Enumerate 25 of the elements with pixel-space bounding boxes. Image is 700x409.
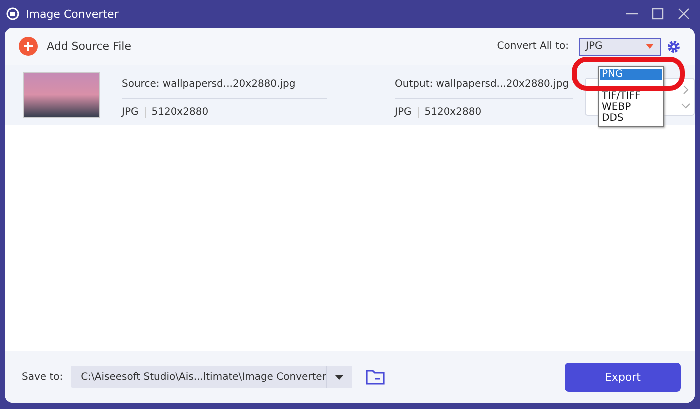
- caret-icon[interactable]: [326, 366, 352, 388]
- app-logo-icon: [6, 7, 20, 21]
- caret-icon: [646, 44, 654, 49]
- convert-all-label: Convert All to:: [497, 41, 569, 52]
- save-path-field[interactable]: C:\Aiseesoft Studio\Ais...ltimate\Image Converter: [71, 366, 352, 388]
- source-file-name: Source: wallpapersd...20x2880.jpg: [122, 72, 327, 98]
- save-to-label: Save to:: [22, 372, 64, 382]
- add-source-file-button[interactable]: Add Source File: [19, 37, 132, 56]
- output-resolution: 5120x2880: [424, 106, 482, 118]
- maximize-icon[interactable]: [652, 8, 664, 20]
- format-option[interactable]: WEBP: [600, 102, 662, 113]
- source-resolution: 5120x2880: [152, 106, 209, 118]
- export-button[interactable]: Export: [565, 362, 681, 392]
- format-option[interactable]: PNG: [600, 69, 662, 80]
- format-dropdown[interactable]: JPG: [579, 38, 661, 56]
- source-format: JPG: [122, 106, 139, 118]
- format-option[interactable]: DDS: [600, 113, 662, 124]
- output-format: JPG: [395, 106, 412, 118]
- folder-icon[interactable]: [366, 369, 386, 385]
- close-icon[interactable]: [678, 8, 690, 20]
- format-option[interactable]: TIF/TIFF: [600, 91, 662, 102]
- output-file-name: Output: wallpapersd...20x2880.jpg: [395, 72, 573, 98]
- window-title: Image Converter: [26, 8, 119, 20]
- settings-icon[interactable]: [667, 40, 681, 54]
- plus-icon: [19, 37, 38, 56]
